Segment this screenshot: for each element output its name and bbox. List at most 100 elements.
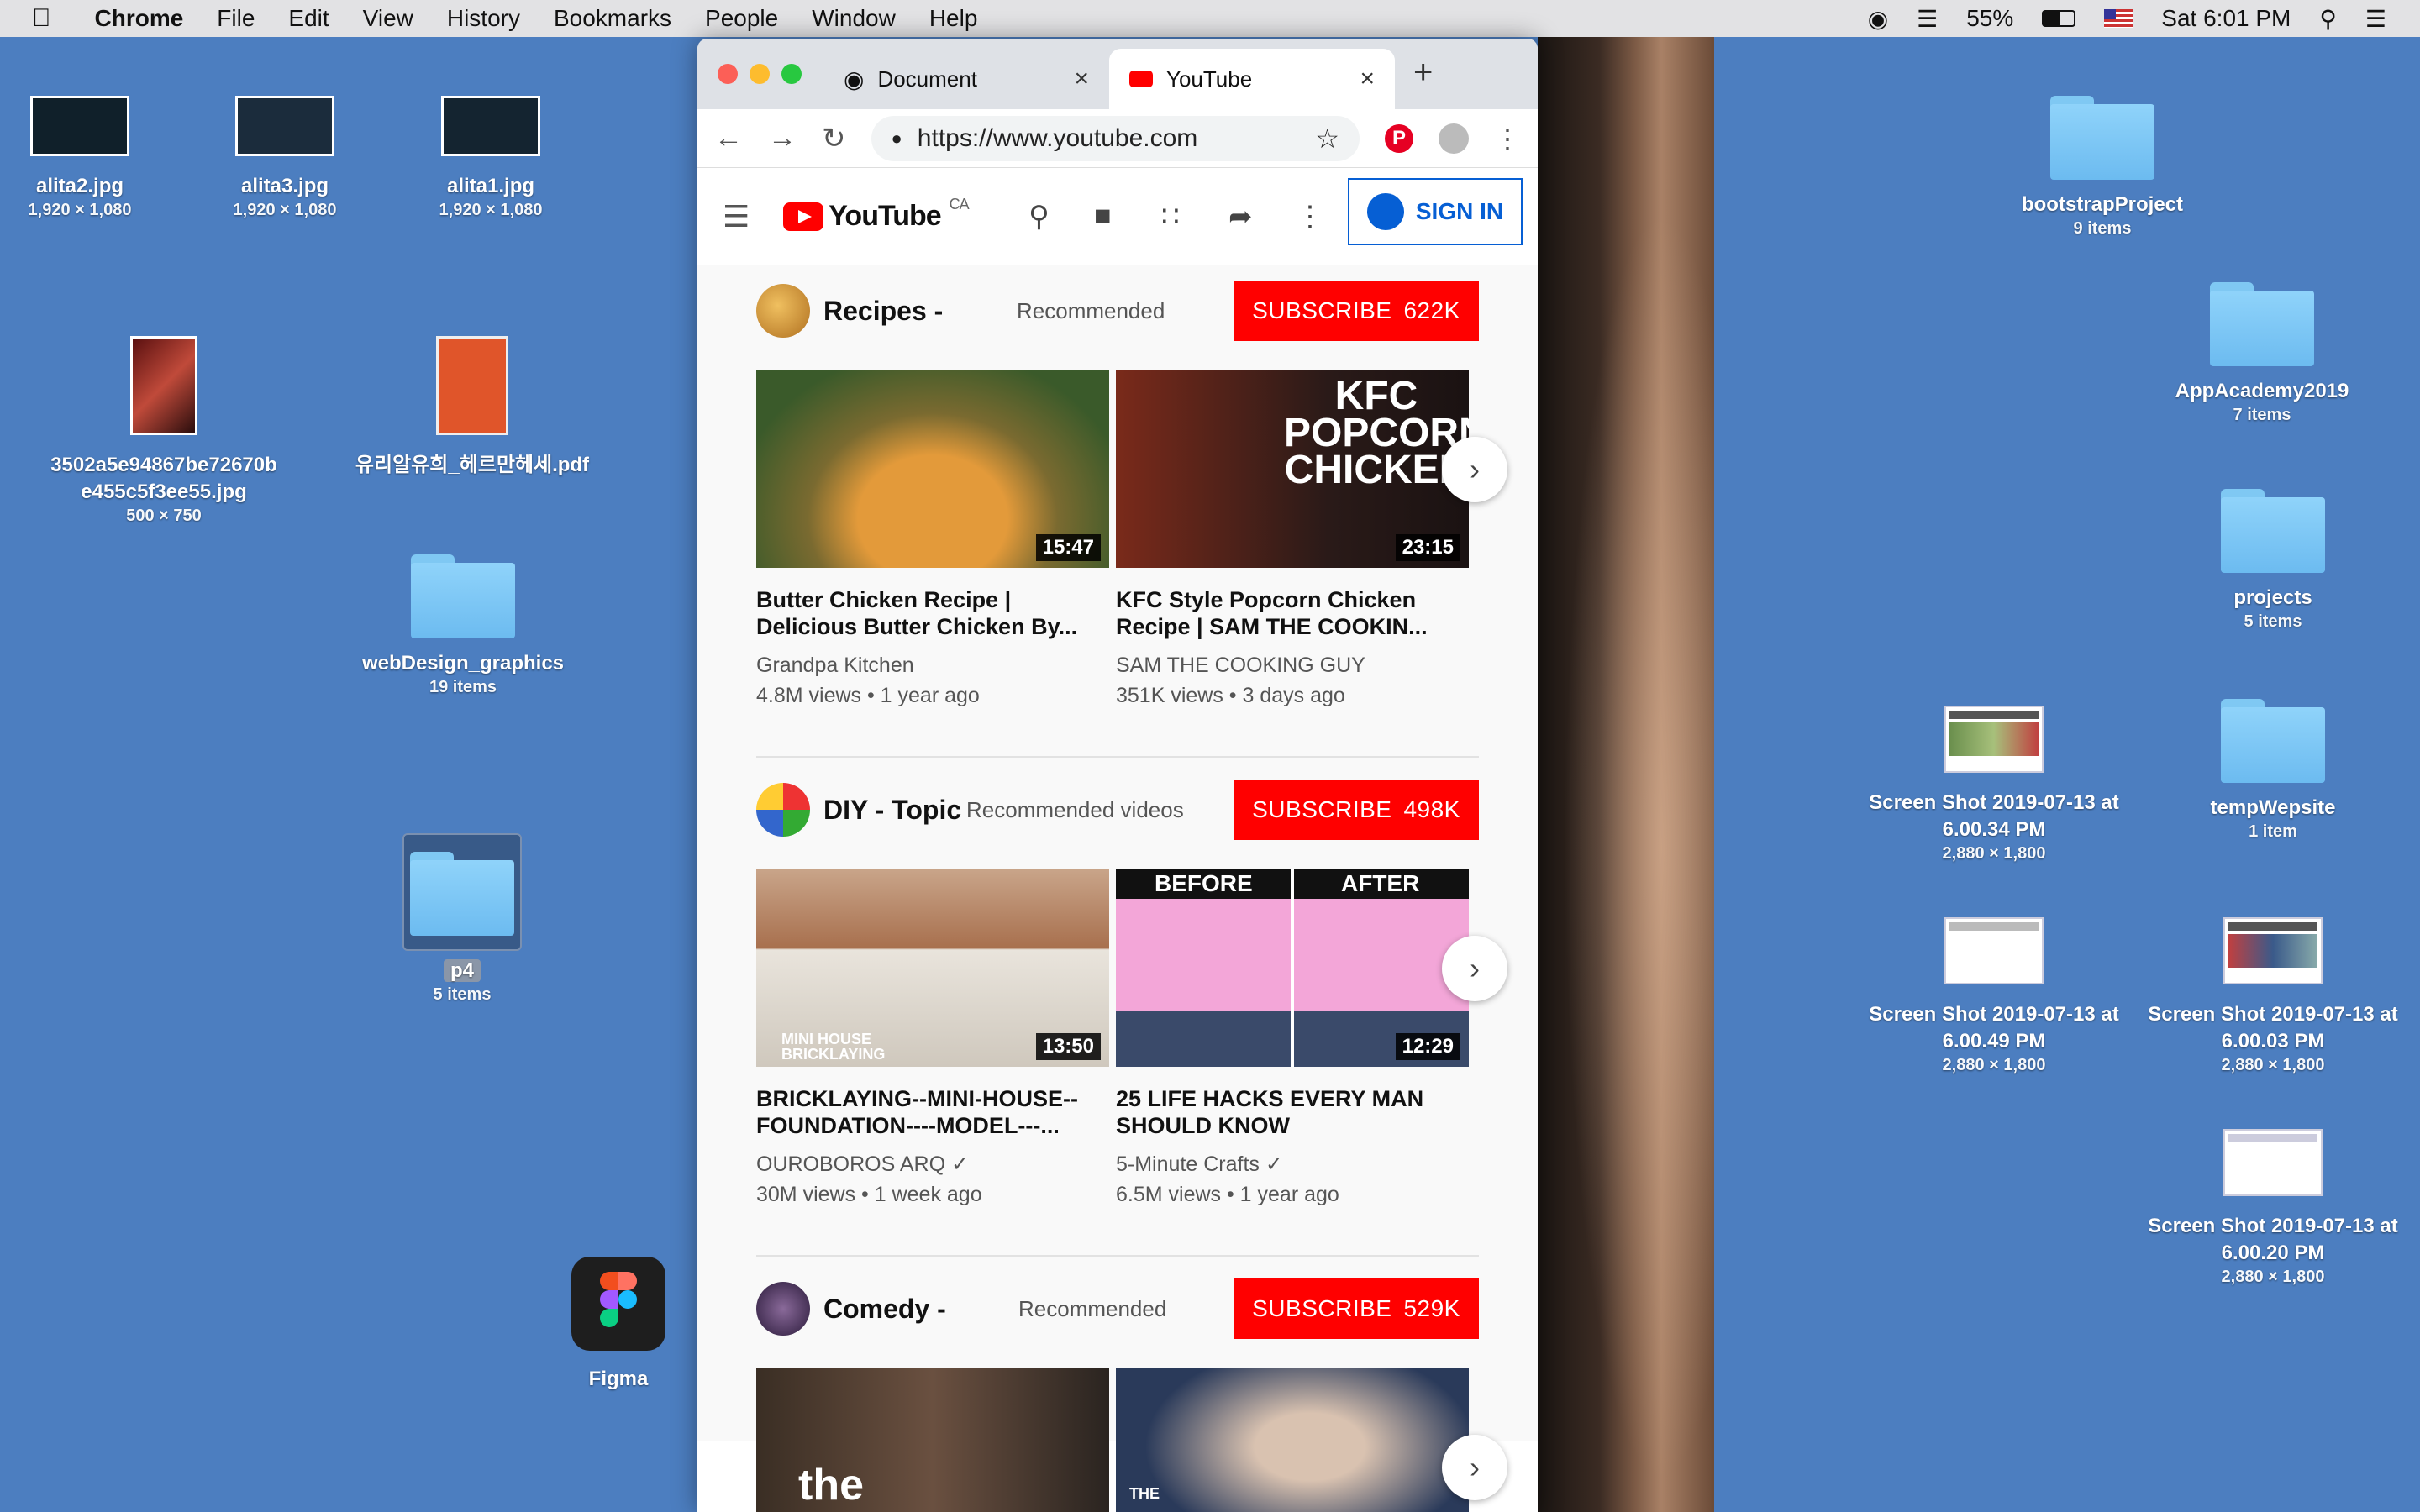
close-window-button[interactable]: [718, 64, 738, 84]
video-title[interactable]: KFC Style Popcorn Chicken Recipe | SAM T…: [1116, 586, 1469, 640]
next-arrow-button[interactable]: ›: [1442, 1435, 1507, 1500]
video-card[interactable]: 15:47 Butter Chicken Recipe | Delicious …: [756, 370, 1109, 711]
forward-icon[interactable]: →: [768, 122, 797, 155]
thumbnail-after-label: AFTER: [1341, 870, 1420, 896]
video-thumbnail[interactable]: BEFORE AFTER 12:29: [1116, 869, 1469, 1067]
battery-icon[interactable]: [2042, 10, 2076, 27]
video-card[interactable]: BEFORE AFTER 12:29 25 LIFE HACKS EVERY M…: [1116, 869, 1469, 1210]
bookmark-star-icon[interactable]: ☆: [1315, 123, 1339, 155]
video-thumbnail[interactable]: the: [756, 1368, 1109, 1512]
desktop-screenshot-1[interactable]: Screen Shot 2019-07-13 at 6.00.34 PM 2,8…: [1868, 706, 2120, 864]
desktop-screenshot-2[interactable]: Screen Shot 2019-07-13 at 6.00.49 PM 2,8…: [1868, 917, 2120, 1075]
desktop-folder-appacademy[interactable]: AppAcademy2019 7 items: [2136, 282, 2388, 425]
menu-edit[interactable]: Edit: [288, 0, 329, 37]
desktop-screenshot-3[interactable]: Screen Shot 2019-07-13 at 6.00.03 PM 2,8…: [2147, 917, 2399, 1075]
desktop-folder-bootstrapproject[interactable]: bootstrapProject 9 items: [1976, 96, 2228, 239]
video-channel[interactable]: Grandpa Kitchen: [756, 650, 1109, 680]
subscribe-button[interactable]: SUBSCRIBE 529K: [1234, 1278, 1479, 1339]
shelf-divider: [756, 756, 1479, 758]
image-thumbnail: [235, 96, 334, 156]
pinterest-icon[interactable]: P: [1385, 123, 1413, 153]
profile-avatar-icon[interactable]: [1439, 123, 1469, 154]
menu-app-name[interactable]: Chrome: [95, 0, 184, 37]
thumbnail-text: THE: [1129, 1485, 1160, 1502]
menu-help[interactable]: Help: [929, 0, 978, 37]
desktop-folder-p4[interactable]: p4 5 items: [336, 833, 588, 1005]
chrome-menu-icon[interactable]: ⋮: [1494, 123, 1521, 155]
wifi-icon[interactable]: ☰: [1917, 5, 1938, 33]
globe-icon: ◉: [844, 66, 865, 92]
desktop-folder-webdesign[interactable]: webDesign_graphics 19 items: [337, 554, 589, 697]
address-bar[interactable]: ● https://www.youtube.com ☆: [871, 115, 1360, 161]
new-tab-button[interactable]: +: [1413, 54, 1433, 92]
channel-name[interactable]: DIY - Topic: [823, 795, 961, 826]
menu-history[interactable]: History: [447, 0, 520, 37]
menu-window[interactable]: Window: [812, 0, 896, 37]
desktop-screenshot-4[interactable]: Screen Shot 2019-07-13 at 6.00.20 PM 2,8…: [2147, 1129, 2399, 1287]
menu-bookmarks[interactable]: Bookmarks: [554, 0, 671, 37]
video-channel[interactable]: 5-Minute Crafts ✓: [1116, 1149, 1469, 1179]
apps-grid-icon[interactable]: ∷: [1161, 200, 1180, 234]
video-thumbnail[interactable]: THE: [1116, 1368, 1469, 1512]
share-icon[interactable]: ➦: [1228, 200, 1253, 234]
zoom-window-button[interactable]: [781, 64, 802, 84]
hamburger-menu-icon[interactable]: ☰: [723, 199, 750, 234]
video-thumbnail[interactable]: MINI HOUSE BRICKLAYING 13:50: [756, 869, 1109, 1067]
folder-count: 5 items: [2244, 612, 2302, 631]
video-card[interactable]: the: [756, 1368, 1109, 1512]
close-tab-icon[interactable]: ×: [1360, 65, 1375, 93]
back-icon[interactable]: ←: [714, 122, 743, 155]
next-arrow-button[interactable]: ›: [1442, 437, 1507, 502]
video-card[interactable]: THE: [1116, 1368, 1469, 1512]
subscribe-button[interactable]: SUBSCRIBE 622K: [1234, 281, 1479, 341]
thumbnail-split-line: [1291, 869, 1294, 1067]
video-duration: 13:50: [1035, 1033, 1101, 1060]
sign-in-label: SIGN IN: [1415, 198, 1504, 224]
evernote-icon[interactable]: ◉: [1868, 5, 1888, 33]
tab-document[interactable]: ◉ Document ×: [823, 49, 1109, 109]
browser-toolbar: ← → ↻ ● https://www.youtube.com ☆ P ⋮: [697, 109, 1538, 168]
sign-in-button[interactable]: SIGN IN: [1348, 178, 1523, 245]
channel-avatar[interactable]: [756, 783, 810, 837]
video-channel[interactable]: OUROBOROS ARQ ✓: [756, 1149, 1109, 1179]
menu-file[interactable]: File: [217, 0, 255, 37]
youtube-play-icon: [783, 202, 824, 231]
video-card[interactable]: KFC POPCORN CHICKEN 23:15 KFC Style Popc…: [1116, 370, 1469, 711]
clock[interactable]: Sat 6:01 PM: [2161, 5, 2291, 32]
desktop-file-alita1[interactable]: alita1.jpg 1,920 × 1,080: [365, 96, 617, 220]
subscribe-button[interactable]: SUBSCRIBE 498K: [1234, 780, 1479, 840]
desktop-folder-tempwepsite[interactable]: tempWepsite 1 item: [2147, 699, 2399, 842]
channel-avatar[interactable]: [756, 284, 810, 338]
minimize-window-button[interactable]: [750, 64, 770, 84]
search-icon[interactable]: ⚲: [1028, 200, 1050, 234]
channel-name[interactable]: Recipes -: [823, 296, 943, 327]
spotlight-icon[interactable]: ⚲: [2319, 5, 2337, 33]
next-arrow-button[interactable]: ›: [1442, 936, 1507, 1001]
video-card[interactable]: MINI HOUSE BRICKLAYING 13:50 BRICKLAYING…: [756, 869, 1109, 1210]
settings-menu-icon[interactable]: ⋮: [1296, 200, 1324, 234]
video-title[interactable]: Butter Chicken Recipe | Delicious Butter…: [756, 586, 1109, 640]
menu-view[interactable]: View: [363, 0, 413, 37]
tab-youtube[interactable]: YouTube ×: [1109, 49, 1395, 109]
tab-label: YouTube: [1166, 66, 1253, 92]
notification-center-icon[interactable]: ☰: [2365, 5, 2386, 33]
battery-percent[interactable]: 55%: [1966, 5, 2013, 32]
desktop-file-pdf[interactable]: 유리알유희_헤르만헤세.pdf: [346, 336, 598, 479]
reload-icon[interactable]: ↻: [822, 122, 846, 155]
youtube-logo[interactable]: YouTube CA: [783, 196, 970, 233]
video-thumbnail[interactable]: 15:47: [756, 370, 1109, 568]
video-thumbnail[interactable]: KFC POPCORN CHICKEN 23:15: [1116, 370, 1469, 568]
apple-icon[interactable]: : [32, 4, 51, 33]
create-video-icon[interactable]: ■: [1094, 200, 1112, 233]
channel-avatar[interactable]: [756, 1282, 810, 1336]
desktop-file-poster[interactable]: 3502a5e94867be72670b e455c5f3ee55.jpg 50…: [38, 336, 290, 526]
desktop-folder-projects[interactable]: projects 5 items: [2147, 489, 2399, 632]
video-channel[interactable]: SAM THE COOKING GUY: [1116, 650, 1469, 680]
close-tab-icon[interactable]: ×: [1074, 65, 1089, 93]
menu-people[interactable]: People: [705, 0, 778, 37]
video-title[interactable]: BRICKLAYING--MINI-HOUSE--FOUNDATION----M…: [756, 1085, 1109, 1139]
folder-name: bootstrapProject: [2021, 193, 2184, 216]
channel-name[interactable]: Comedy -: [823, 1294, 946, 1325]
video-title[interactable]: 25 LIFE HACKS EVERY MAN SHOULD KNOW: [1116, 1085, 1469, 1139]
flag-icon[interactable]: [2104, 9, 2133, 28]
